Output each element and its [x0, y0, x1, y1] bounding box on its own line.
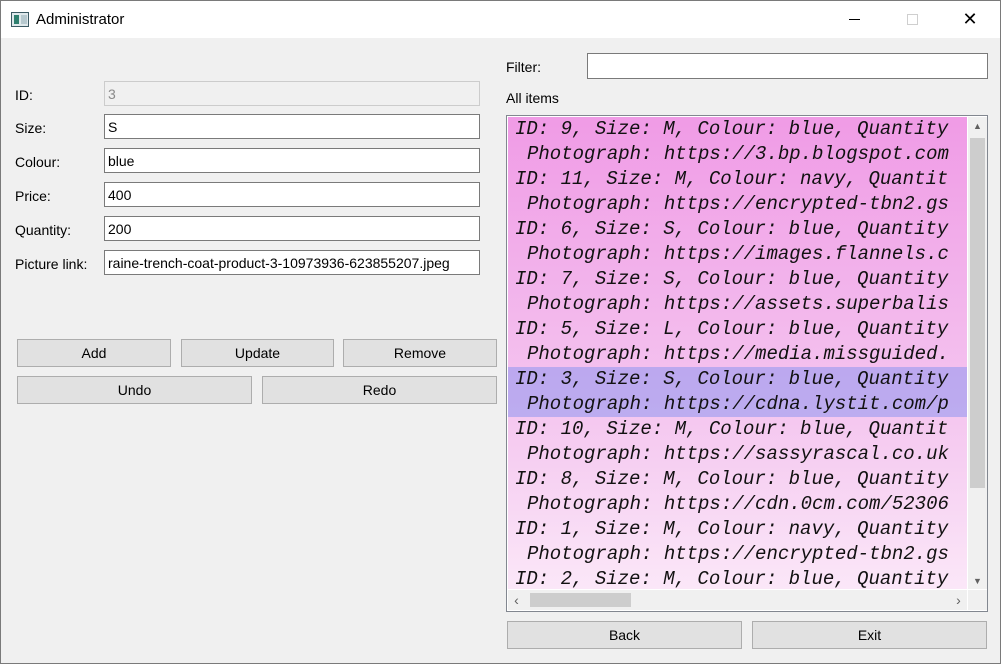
items-list[interactable]: ID: 9, Size: M, Colour: blue, Quantity P…	[506, 115, 988, 612]
quantity-field[interactable]: 200	[104, 216, 480, 241]
filter-label: Filter:	[506, 59, 541, 75]
redo-button[interactable]: Redo	[262, 376, 497, 404]
id-label: ID:	[15, 87, 33, 103]
minimize-button[interactable]	[831, 1, 877, 38]
picture-link-label: Picture link:	[15, 256, 88, 272]
id-field: 3	[104, 81, 480, 106]
list-item[interactable]: ID: 1, Size: M, Colour: navy, Quantity P…	[508, 517, 967, 567]
list-item-photo: Photograph: https://3.bp.blogspot.com	[527, 143, 949, 165]
app-icon	[11, 12, 29, 27]
list-item[interactable]: ID: 6, Size: S, Colour: blue, Quantity P…	[508, 217, 967, 267]
administrator-window: Administrator ✕ ID: 3 Size: S Colour: bl…	[0, 0, 1001, 664]
quantity-label: Quantity:	[15, 222, 72, 238]
horizontal-scroll-thumb[interactable]	[530, 593, 631, 607]
all-items-heading: All items	[506, 90, 559, 106]
size-label: Size:	[15, 120, 47, 136]
items-list-viewport: ID: 9, Size: M, Colour: blue, Quantity P…	[508, 117, 967, 589]
list-item-details: ID: 10, Size: M, Colour: blue, Quantit	[515, 418, 949, 440]
update-button[interactable]: Update	[181, 339, 334, 367]
list-item-photo: Photograph: https://assets.superbalis	[527, 293, 949, 315]
colour-field[interactable]: blue	[104, 148, 480, 173]
list-item-details: ID: 7, Size: S, Colour: blue, Quantity	[515, 268, 949, 290]
list-item-details: ID: 2, Size: M, Colour: blue, Quantity	[515, 568, 949, 589]
list-item-selected[interactable]: ID: 3, Size: S, Colour: blue, Quantity P…	[508, 367, 967, 417]
list-item[interactable]: ID: 10, Size: M, Colour: blue, Quantit P…	[508, 417, 967, 467]
list-item-details: ID: 6, Size: S, Colour: blue, Quantity	[515, 218, 949, 240]
vertical-scrollbar[interactable]: ▲ ▼	[968, 117, 987, 589]
minimize-icon	[848, 19, 860, 20]
list-item-details: ID: 8, Size: M, Colour: blue, Quantity	[515, 468, 949, 490]
list-item-details: ID: 3, Size: S, Colour: blue, Quantity	[515, 368, 949, 390]
list-item[interactable]: ID: 8, Size: M, Colour: blue, Quantity P…	[508, 467, 967, 517]
list-item[interactable]: ID: 11, Size: M, Colour: navy, Quantit P…	[508, 167, 967, 217]
filter-input[interactable]	[587, 53, 988, 79]
list-item[interactable]: ID: 2, Size: M, Colour: blue, Quantity	[508, 567, 967, 589]
window-title: Administrator	[36, 11, 125, 28]
list-item[interactable]: ID: 5, Size: L, Colour: blue, Quantity P…	[508, 317, 967, 367]
back-button[interactable]: Back	[507, 621, 742, 649]
colour-label: Colour:	[15, 154, 61, 170]
list-item-photo: Photograph: https://cdna.lystit.com/p	[527, 393, 949, 415]
list-item-photo: Photograph: https://cdn.0cm.com/52306	[527, 493, 949, 515]
scroll-right-icon[interactable]: ›	[950, 590, 967, 610]
list-item-details: ID: 9, Size: M, Colour: blue, Quantity	[515, 118, 949, 140]
maximize-icon	[906, 14, 918, 25]
undo-button[interactable]: Undo	[17, 376, 252, 404]
list-item-details: ID: 1, Size: M, Colour: navy, Quantity	[515, 518, 949, 540]
price-field[interactable]: 400	[104, 182, 480, 207]
remove-button[interactable]: Remove	[343, 339, 497, 367]
list-item-photo: Photograph: https://encrypted-tbn2.gs	[527, 543, 949, 565]
scroll-left-icon[interactable]: ‹	[508, 590, 525, 610]
list-item-photo: Photograph: https://sassyrascal.co.uk	[527, 443, 949, 465]
list-item[interactable]: ID: 7, Size: S, Colour: blue, Quantity P…	[508, 267, 967, 317]
price-label: Price:	[15, 188, 51, 204]
list-item-photo: Photograph: https://media.missguided.	[527, 343, 949, 365]
size-field[interactable]: S	[104, 114, 480, 139]
maximize-button	[889, 1, 935, 38]
list-item-details: ID: 11, Size: M, Colour: navy, Quantit	[515, 168, 949, 190]
title-bar[interactable]: Administrator ✕	[1, 1, 1000, 38]
vertical-scroll-thumb[interactable]	[970, 138, 985, 488]
picture-link-field[interactable]: raine-trench-coat-product-3-10973936-623…	[104, 250, 480, 275]
close-button[interactable]: ✕	[947, 1, 993, 38]
scroll-up-icon[interactable]: ▲	[968, 117, 987, 134]
scrollbar-corner	[968, 590, 987, 610]
list-item-photo: Photograph: https://images.flannels.c	[527, 243, 949, 265]
horizontal-scrollbar[interactable]: ‹ ›	[508, 590, 967, 610]
list-item[interactable]: ID: 9, Size: M, Colour: blue, Quantity P…	[508, 117, 967, 167]
list-item-details: ID: 5, Size: L, Colour: blue, Quantity	[515, 318, 949, 340]
close-icon: ✕	[962, 9, 978, 29]
exit-button[interactable]: Exit	[752, 621, 987, 649]
add-button[interactable]: Add	[17, 339, 171, 367]
list-item-photo: Photograph: https://encrypted-tbn2.gs	[527, 193, 949, 215]
scroll-down-icon[interactable]: ▼	[968, 572, 987, 589]
